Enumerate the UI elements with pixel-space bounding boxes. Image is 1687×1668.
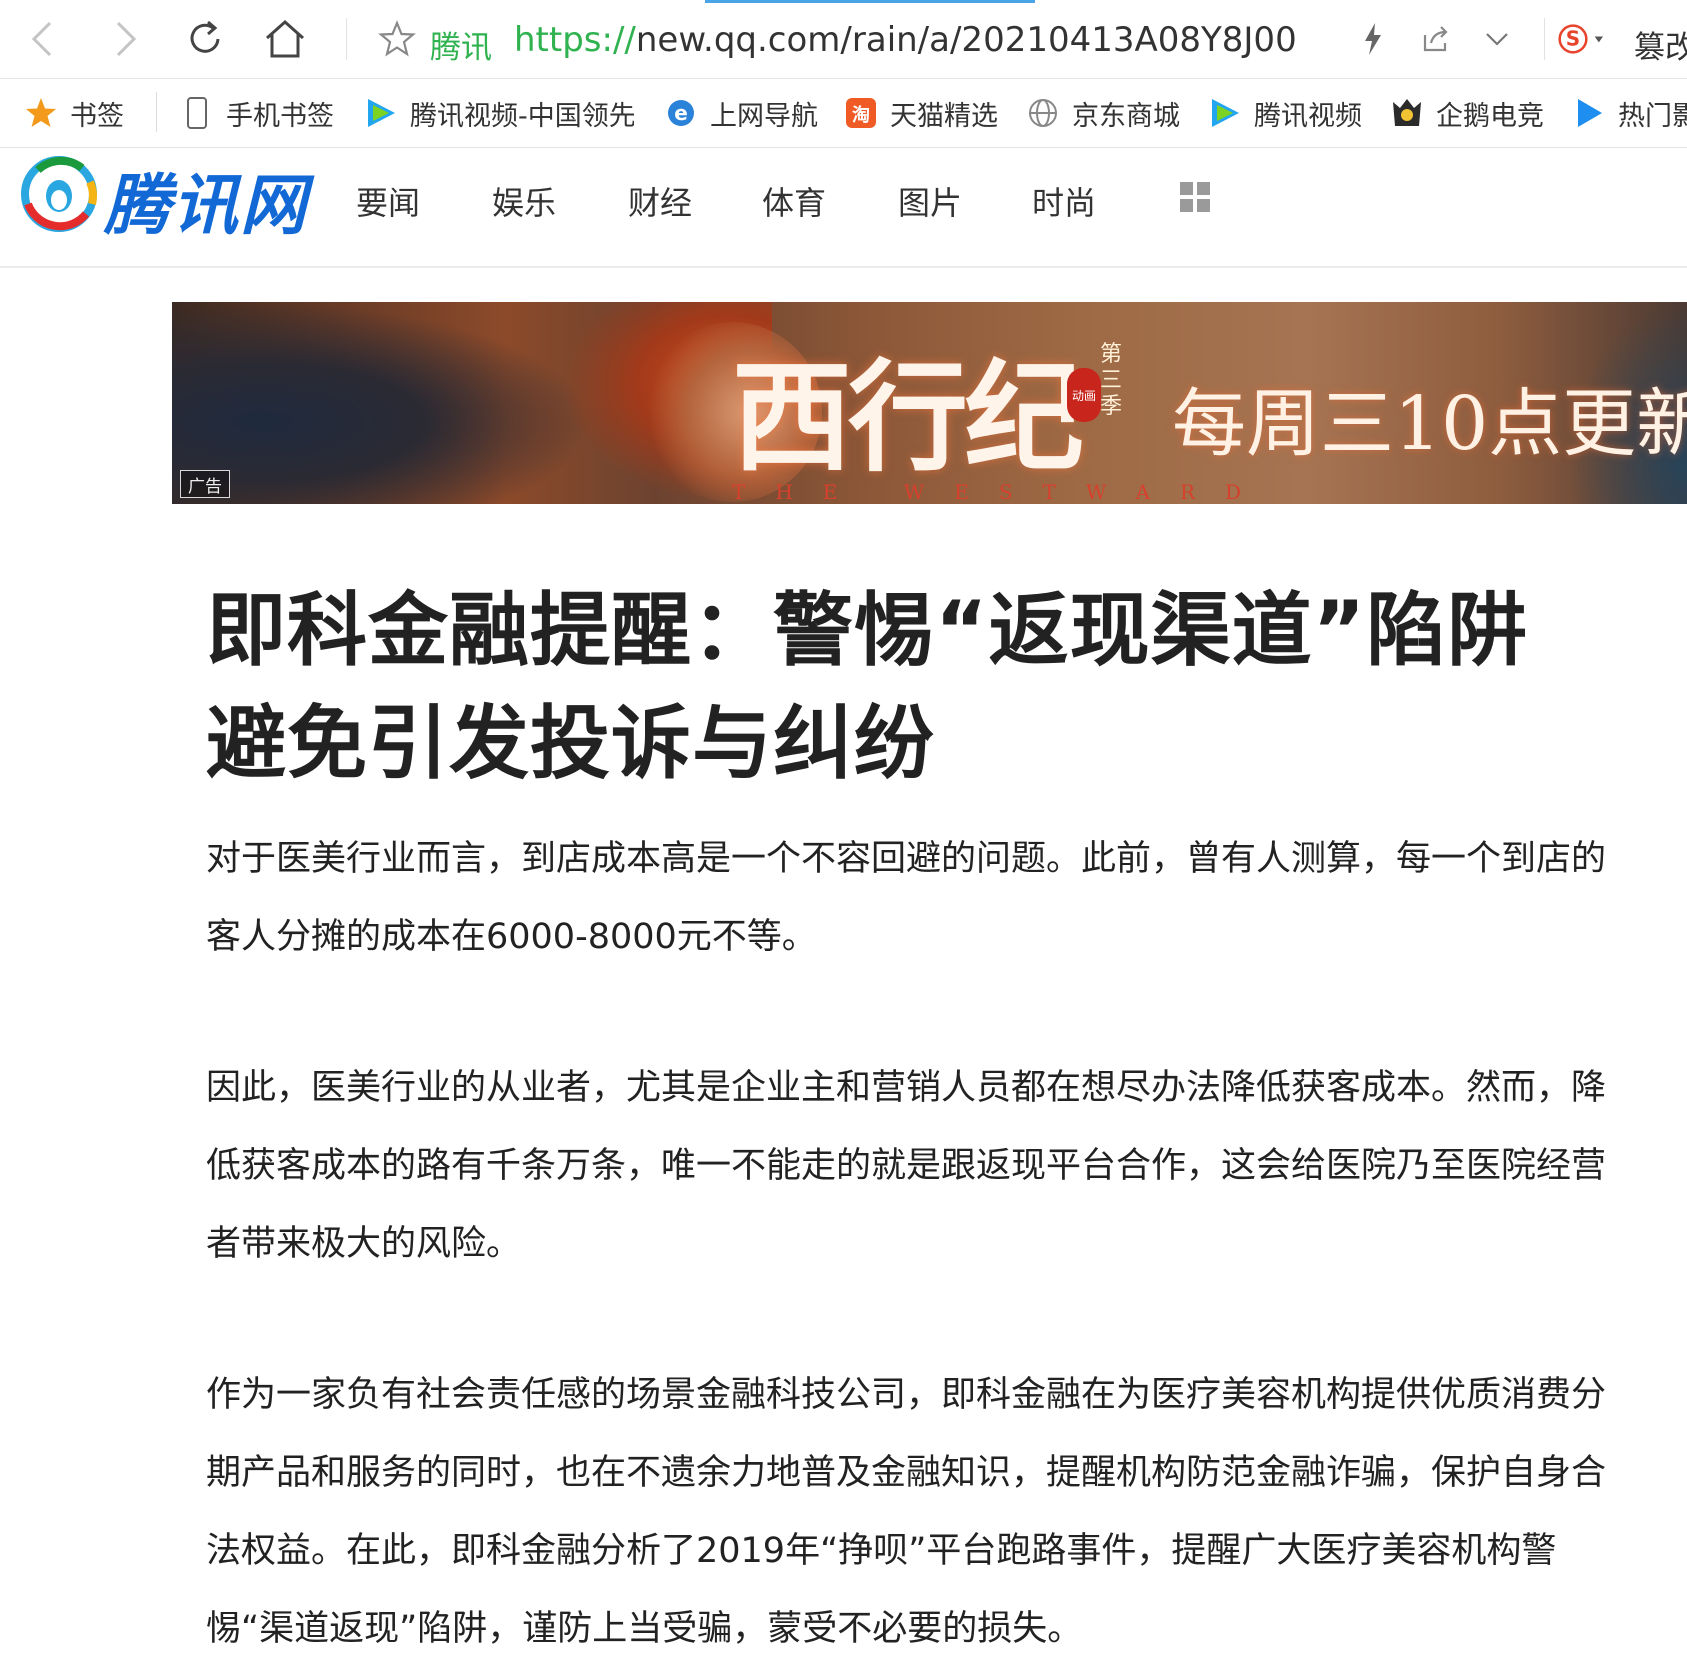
address-site-name[interactable]: 腾讯 — [430, 22, 492, 67]
site-logo-text[interactable]: 腾讯网 — [104, 152, 308, 248]
more-grid-icon[interactable] — [1180, 182, 1210, 212]
bookmark-label: 天猫精选 — [890, 100, 998, 132]
bookmark-label: 上网导航 — [710, 100, 818, 132]
nav-item-sports[interactable]: 体育 — [762, 178, 826, 224]
bookmark-label: 企鹅电竞 — [1436, 100, 1544, 132]
address-bar-url[interactable]: https://new.qq.com/rain/a/20210413A08Y8J… — [514, 20, 1297, 60]
svg-text:淘: 淘 — [852, 104, 870, 126]
bookmark-label: 书签 — [70, 100, 124, 132]
ie-icon: e — [664, 96, 698, 130]
bookmark-label: 手机书签 — [226, 100, 334, 132]
url-protocol: https:// — [514, 20, 636, 60]
article-paragraph: 因此，医美行业的从业者，尤其是企业主和营销人员都在想尽办法降低获客成本。然而，降… — [206, 1068, 1607, 1264]
home-button[interactable] — [260, 14, 310, 64]
favorite-star-button[interactable] — [372, 14, 422, 64]
sogou-button[interactable]: S — [1558, 14, 1608, 64]
bookmark-item[interactable]: 腾讯视频-中国领先 — [364, 93, 634, 133]
share-button[interactable] — [1410, 14, 1460, 64]
svg-text:e: e — [674, 101, 688, 125]
tencent-video-icon — [364, 96, 398, 130]
home-icon — [266, 19, 304, 58]
bookmarks-bar: 书签 手机书签 腾讯视频-中国领先 e 上网导航 淘 天猫精选 京东商城 腾讯视… — [0, 79, 1687, 148]
bookmark-item[interactable]: 热门影 — [1572, 93, 1687, 133]
bookmark-item[interactable]: 腾讯视频 — [1208, 93, 1362, 133]
dropdown-button[interactable] — [1472, 14, 1522, 64]
reload-button[interactable] — [180, 14, 230, 64]
ad-banner[interactable]: 西行纪 动画 第三季 每周三10点更新 THE WESTWARD 广告 — [172, 302, 1687, 504]
toolbar-separator — [346, 18, 347, 60]
ad-season: 第三季 — [1100, 342, 1123, 419]
bookmark-separator — [156, 92, 157, 132]
reload-icon — [190, 20, 220, 53]
globe-icon — [1026, 96, 1060, 130]
bookmark-label: 腾讯视频-中国领先 — [410, 100, 634, 132]
chevron-left-icon — [31, 21, 52, 57]
tencent-video-icon — [1208, 96, 1242, 130]
ad-english-title: THE WESTWARD — [732, 480, 1272, 504]
svg-text:S: S — [1566, 27, 1580, 51]
bookmark-item[interactable]: 企鹅电竞 — [1390, 93, 1544, 133]
share-icon — [1423, 26, 1448, 52]
star-outline-icon — [378, 20, 416, 57]
sogou-icon: S — [1558, 24, 1603, 54]
bookmark-item[interactable]: 手机书签 — [180, 93, 334, 133]
bookmark-label: 热门影 — [1618, 100, 1687, 132]
bookmark-item[interactable]: 京东商城 — [1026, 93, 1180, 133]
star-icon — [24, 96, 58, 130]
article-paragraph: 对于医美行业而言，到店成本高是一个不容回避的问题。此前，曾有人测算，每一个到店的… — [206, 839, 1607, 957]
back-button[interactable] — [18, 14, 68, 64]
nav-item-news[interactable]: 要闻 — [356, 178, 420, 224]
toolbar-right-text[interactable]: 篡改 — [1634, 22, 1687, 67]
penguin-esports-icon — [1390, 96, 1424, 130]
bookmark-item[interactable]: 书签 — [24, 93, 124, 133]
ad-seal: 动画 — [1067, 368, 1101, 422]
ad-subtitle: 每周三10点更新 — [1172, 381, 1687, 467]
nav-item-finance[interactable]: 财经 — [628, 178, 692, 224]
article-paragraph: 作为一家负有社会责任感的场景金融科技公司，即科金融在为医疗美容机构提供优质消费分… — [206, 1375, 1607, 1649]
browser-toolbar: 腾讯 https://new.qq.com/rain/a/20210413A08… — [0, 0, 1687, 79]
loading-indicator — [705, 0, 1035, 3]
phone-icon — [180, 96, 214, 130]
bookmark-item[interactable]: e 上网导航 — [664, 93, 818, 133]
chevron-down-icon — [1486, 33, 1508, 46]
bookmark-item[interactable]: 淘 天猫精选 — [844, 93, 998, 133]
article-title: 即科金融提醒：警惕“返现渠道”陷阱 避免引发投诉与纠纷 — [206, 584, 1529, 790]
nav-item-photos[interactable]: 图片 — [898, 178, 962, 224]
chevron-right-icon — [116, 21, 137, 57]
bookmark-label: 京东商城 — [1072, 100, 1180, 132]
bookmark-label: 腾讯视频 — [1254, 100, 1362, 132]
ad-tag: 广告 — [180, 470, 230, 498]
nav-item-ent[interactable]: 娱乐 — [492, 178, 556, 224]
toolbar-separator-2 — [1544, 18, 1545, 60]
banner-art-demon — [172, 302, 592, 504]
url-path: new.qq.com/rain/a/20210413A08Y8J00 — [635, 20, 1297, 60]
speed-mode-button[interactable] — [1348, 14, 1398, 64]
nav-item-fashion[interactable]: 时尚 — [1032, 178, 1096, 224]
lightning-icon — [1365, 23, 1381, 55]
play-icon — [1572, 96, 1606, 130]
ad-title: 西行纪 — [732, 347, 1084, 488]
forward-button[interactable] — [100, 14, 150, 64]
taobao-icon: 淘 — [844, 96, 878, 130]
